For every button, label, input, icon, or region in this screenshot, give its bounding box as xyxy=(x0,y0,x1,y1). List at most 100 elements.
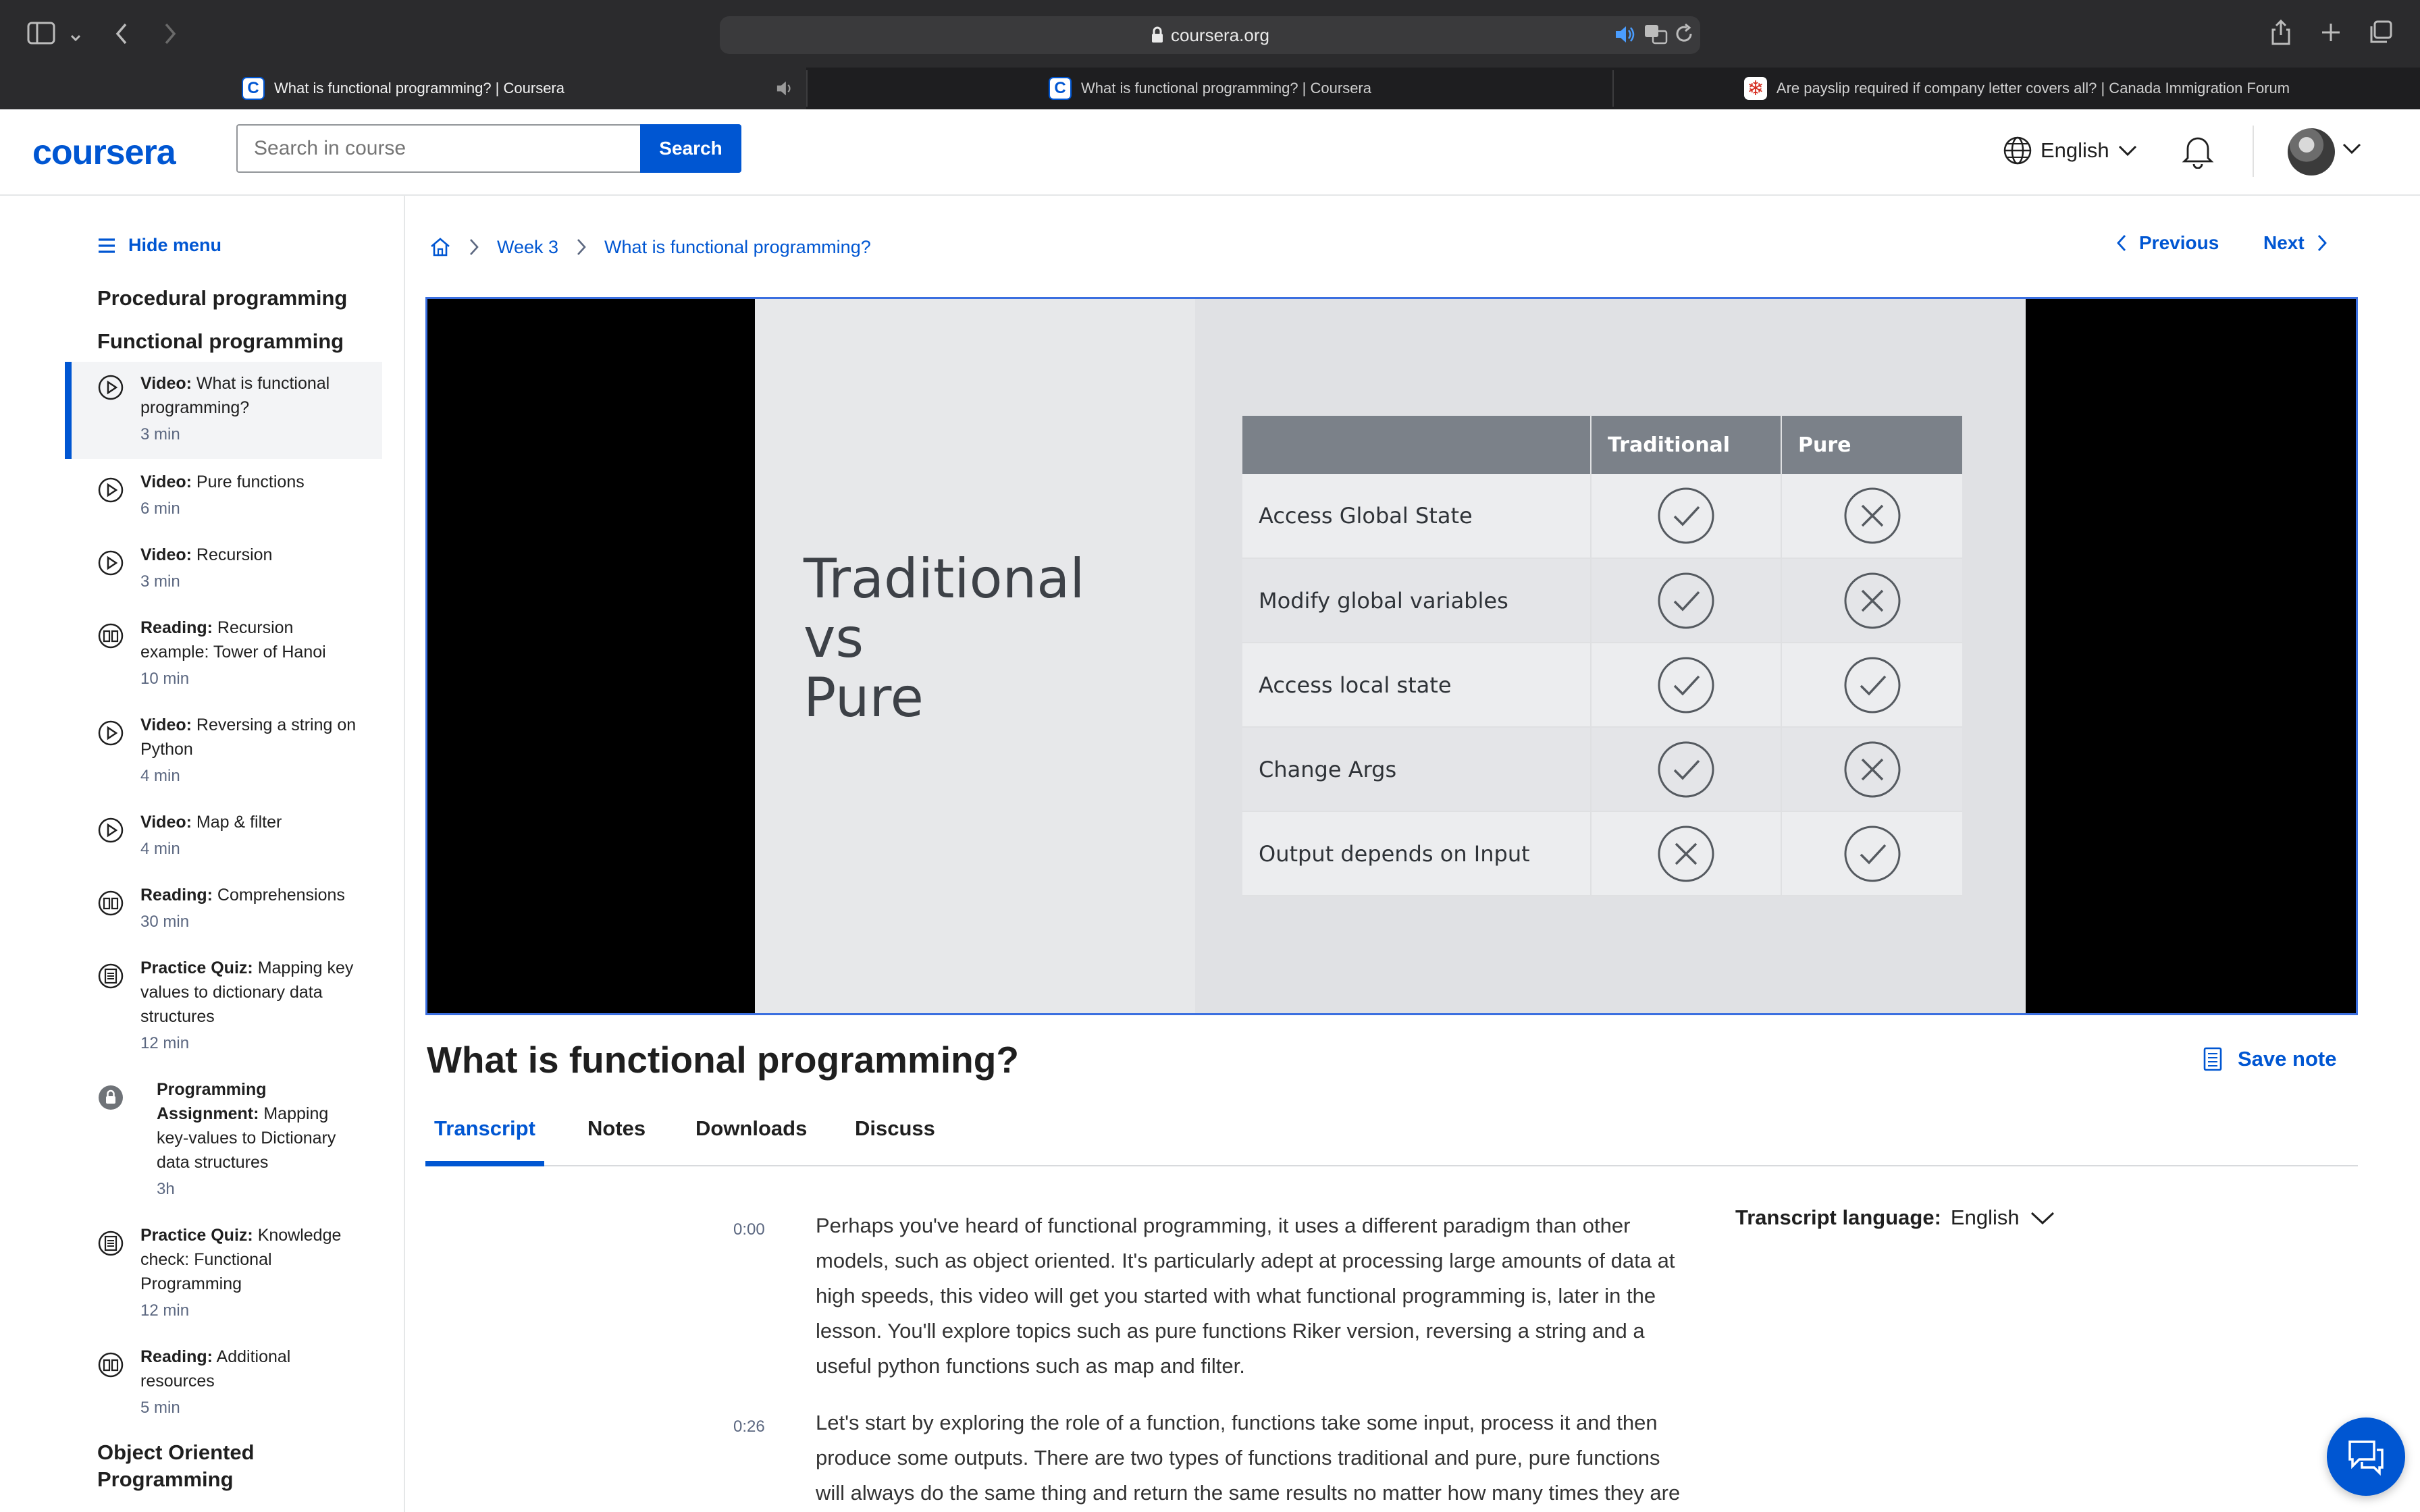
tab-audio-icon[interactable] xyxy=(775,80,795,97)
row-label: Output depends on Input xyxy=(1242,811,1592,896)
breadcrumb-current[interactable]: What is functional programming? xyxy=(604,237,871,258)
item-type: Video: xyxy=(140,473,192,491)
row-label: Access Global State xyxy=(1242,474,1592,559)
back-icon[interactable] xyxy=(113,22,130,50)
row-label: Change Args xyxy=(1242,727,1592,812)
slide-title-line: Traditional xyxy=(804,547,1085,610)
sidebar-item-video-map-filter[interactable]: Video: Map & filter 4 min xyxy=(65,810,382,871)
traditional-cell xyxy=(1591,727,1782,812)
transcript-timestamp[interactable]: 0:26 xyxy=(733,1418,765,1436)
sidebar-item-practice-quiz-knowledge-check[interactable]: Practice Quiz: Knowledge check: Function… xyxy=(65,1223,382,1332)
tab-overview-icon[interactable] xyxy=(2369,20,2393,49)
coursera-favicon: C xyxy=(1048,77,1072,100)
transcript-language-selector[interactable]: Transcript language: English xyxy=(1735,1206,2056,1230)
transcript-timestamp[interactable]: 0:00 xyxy=(733,1220,765,1239)
item-duration: 30 min xyxy=(140,913,190,931)
item-type: Video: xyxy=(140,545,192,564)
cross-icon xyxy=(1844,741,1900,797)
quiz-icon xyxy=(98,963,124,989)
search-button[interactable]: Search xyxy=(640,124,741,173)
item-duration: 10 min xyxy=(140,670,190,688)
sidebar-toggle-icon[interactable] xyxy=(27,22,55,49)
chevron-down-icon xyxy=(2118,145,2136,157)
check-icon xyxy=(1658,657,1714,713)
home-icon[interactable] xyxy=(429,237,451,257)
play-icon xyxy=(98,817,124,843)
sidebar-item-video-reversing-string[interactable]: Video: Reversing a string on Python 4 mi… xyxy=(65,713,382,798)
notifications-bell-icon[interactable] xyxy=(2181,132,2215,172)
speaker-icon[interactable] xyxy=(1614,24,1637,49)
previous-button[interactable]: Previous xyxy=(2116,232,2219,254)
save-note-button[interactable]: Save note xyxy=(2203,1046,2336,1072)
sidebar-item-programming-assignment[interactable]: Programming Assignment: Mapping key-valu… xyxy=(65,1077,382,1203)
sidebar-item-practice-quiz-mapping[interactable]: Practice Quiz: Mapping key values to dic… xyxy=(65,956,382,1065)
new-tab-icon[interactable] xyxy=(2320,22,2342,47)
browser-tab-1[interactable]: C What is functional programming? | Cour… xyxy=(0,68,806,109)
search-input[interactable] xyxy=(236,124,641,173)
tab-transcript[interactable]: Transcript xyxy=(425,1110,544,1166)
pure-cell xyxy=(1781,727,1962,812)
note-icon xyxy=(2203,1047,2222,1071)
globe-icon xyxy=(2003,136,2032,165)
traditional-cell xyxy=(1591,474,1782,559)
tab-notes[interactable]: Notes xyxy=(587,1110,646,1166)
sidebar-item-video-what-is-fp[interactable]: Video: What is functional programming? 3… xyxy=(65,362,382,459)
pure-cell xyxy=(1781,811,1962,896)
next-button[interactable]: Next xyxy=(2263,232,2327,254)
avatar[interactable] xyxy=(2288,128,2335,176)
row-label: Access local state xyxy=(1242,643,1592,728)
menu-icon xyxy=(99,238,115,253)
hide-menu-button[interactable]: Hide menu xyxy=(97,235,221,256)
sidebar-item-reading-comprehensions[interactable]: Reading: Comprehensions 30 min xyxy=(65,883,382,944)
table-header-pure: Pure xyxy=(1781,416,1962,474)
url-text: coursera.org xyxy=(1171,24,1269,45)
language-selector[interactable]: English xyxy=(2003,134,2138,167)
chevron-down-icon[interactable] xyxy=(69,26,82,49)
transcript-language-value: English xyxy=(1950,1206,2020,1229)
language-label: English xyxy=(2041,138,2109,162)
item-duration: 4 min xyxy=(140,840,180,858)
pure-cell xyxy=(1781,643,1962,728)
transcript-paragraph[interactable]: Let's start by exploring the role of a f… xyxy=(816,1405,1687,1512)
browser-tab-2[interactable]: C What is functional programming? | Cour… xyxy=(808,68,1612,109)
chevron-right-icon xyxy=(577,239,586,255)
play-icon xyxy=(98,375,124,400)
chevron-right-icon xyxy=(470,239,479,255)
forward-icon[interactable] xyxy=(162,22,178,50)
reload-icon[interactable] xyxy=(1673,23,1695,49)
tab-downloads[interactable]: Downloads xyxy=(695,1110,807,1166)
slide-title: Traditional vs Pure xyxy=(804,549,1085,728)
item-type: Video: xyxy=(140,374,192,393)
share-icon[interactable] xyxy=(2270,19,2292,50)
chat-button[interactable] xyxy=(2327,1418,2405,1496)
sidebar-item-reading-tower-of-hanoi[interactable]: Reading: Recursion example: Tower of Han… xyxy=(65,616,382,701)
comparison-table: Traditional Pure Access Global State Modi… xyxy=(1242,416,1962,896)
table-header-empty xyxy=(1242,416,1592,474)
sidebar-item-video-recursion[interactable]: Video: Recursion 3 min xyxy=(65,543,382,603)
table-row: Access local state xyxy=(1242,643,1962,728)
check-icon xyxy=(1658,487,1714,544)
page-title: What is functional programming? xyxy=(427,1039,1019,1081)
tab-discuss[interactable]: Discuss xyxy=(855,1110,935,1166)
section-title[interactable]: Object Oriented Programming xyxy=(97,1439,327,1493)
item-type: Programming Assignment: xyxy=(157,1080,267,1123)
tab-title: What is functional programming? | Course… xyxy=(1080,80,1371,97)
section-title[interactable]: Procedural programming xyxy=(97,285,347,312)
translate-icon[interactable] xyxy=(1643,23,1668,49)
check-icon xyxy=(1658,741,1714,797)
traditional-cell xyxy=(1591,643,1782,728)
browser-tab-3[interactable]: ❄ Are payslip required if company letter… xyxy=(1614,68,2420,109)
item-type: Practice Quiz: xyxy=(140,959,253,977)
breadcrumb-week[interactable]: Week 3 xyxy=(497,237,558,258)
item-type: Practice Quiz: xyxy=(140,1226,253,1245)
section-title[interactable]: Functional programming xyxy=(97,328,344,355)
coursera-logo[interactable]: coursera xyxy=(32,132,176,173)
chevron-down-icon[interactable] xyxy=(2342,142,2362,159)
item-duration: 3 min xyxy=(140,425,180,443)
sidebar-item-video-pure-functions[interactable]: Video: Pure functions 6 min xyxy=(65,470,382,531)
sidebar-item-reading-additional-resources[interactable]: Reading: Additional resources 5 min xyxy=(65,1345,382,1430)
transcript-paragraph[interactable]: Perhaps you've heard of functional progr… xyxy=(816,1208,1687,1384)
item-type: Reading: xyxy=(140,1347,213,1366)
item-type: Video: xyxy=(140,813,192,832)
table-row: Change Args xyxy=(1242,727,1962,812)
